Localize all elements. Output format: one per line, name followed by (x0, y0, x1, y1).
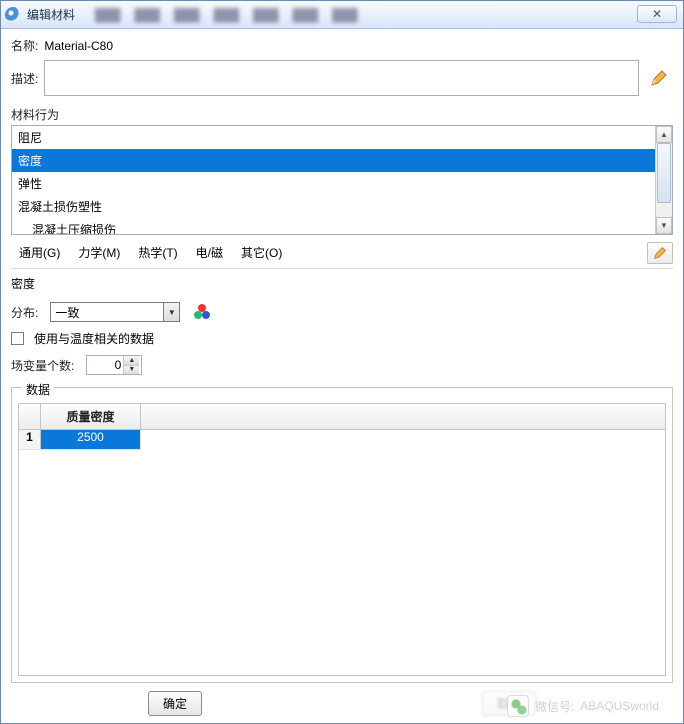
spin-down-button[interactable]: ▼ (124, 366, 139, 375)
edit-description-button[interactable] (645, 64, 673, 92)
fieldvars-row: 场变量个数: ▲ ▼ (11, 355, 673, 375)
behavior-item[interactable]: 阻尼 (12, 126, 655, 149)
grid-col-mass-density[interactable]: 质量密度 (41, 404, 141, 429)
menu-mechanical[interactable]: 力学(M) (70, 241, 128, 264)
density-grid[interactable]: 质量密度 12500 (18, 403, 666, 676)
description-label: 描述: (11, 70, 38, 87)
grid-corner (19, 404, 41, 429)
grid-body: 12500 (19, 430, 665, 675)
fieldvars-spinner[interactable]: ▲ ▼ (86, 355, 142, 375)
name-label: 名称: (11, 37, 38, 54)
cell-mass-density[interactable]: 2500 (41, 430, 141, 450)
behavior-menubar: 通用(G) 力学(M) 热学(T) 电/磁 其它(O) (11, 241, 673, 264)
menu-emag[interactable]: 电/磁 (188, 241, 231, 264)
data-legend: 数据 (22, 381, 54, 398)
distribution-combo[interactable]: 一致 ▼ (50, 302, 180, 322)
behavior-section-label: 材料行为 (11, 106, 673, 123)
watermark: 微信号: ABAQUSworld (507, 695, 659, 717)
use-temperature-checkbox[interactable] (11, 332, 24, 345)
scroll-track[interactable] (656, 143, 672, 217)
edit-material-dialog: 编辑材料 █████████████████████ ✕ 名称: Materia… (0, 0, 684, 724)
app-icon (5, 7, 21, 23)
grid-header: 质量密度 (19, 404, 665, 430)
window-title: 编辑材料 (27, 6, 75, 23)
description-row: 描述: (11, 60, 673, 96)
menu-general[interactable]: 通用(G) (11, 241, 68, 264)
behavior-listbox[interactable]: 阻尼密度弹性混凝土损伤塑性混凝土压缩损伤 ▲ ▼ (11, 125, 673, 235)
titlebar: 编辑材料 █████████████████████ ✕ (1, 1, 683, 29)
spin-up-button[interactable]: ▲ (124, 356, 139, 366)
pencil-icon (650, 69, 668, 87)
behavior-item[interactable]: 弹性 (12, 172, 655, 195)
distribution-value: 一致 (51, 304, 163, 321)
description-input[interactable] (44, 60, 639, 96)
fieldvars-label: 场变量个数: (11, 357, 74, 374)
density-title: 密度 (11, 275, 673, 292)
name-value: Material-C80 (44, 39, 113, 53)
scroll-up-button[interactable]: ▲ (656, 126, 672, 143)
watermark-value: ABAQUSworld (580, 699, 659, 713)
behavior-item[interactable]: 混凝土压缩损伤 (12, 218, 655, 234)
eraser-icon (653, 246, 667, 260)
menu-other[interactable]: 其它(O) (233, 241, 290, 264)
data-fieldset: 数据 质量密度 12500 (11, 387, 673, 683)
delete-behavior-button[interactable] (647, 242, 673, 264)
behavior-items: 阻尼密度弹性混凝土损伤塑性混凝土压缩损伤 (12, 126, 655, 234)
temperature-row: 使用与温度相关的数据 (11, 330, 673, 347)
distribution-label: 分布: (11, 304, 38, 321)
use-temperature-label: 使用与温度相关的数据 (34, 330, 154, 347)
name-row: 名称: Material-C80 (11, 37, 673, 54)
scroll-thumb[interactable] (657, 143, 671, 203)
table-row[interactable]: 12500 (19, 430, 665, 450)
content-area: 名称: Material-C80 描述: 材料行为 阻尼密度弹性混凝土损伤塑性混… (1, 29, 683, 723)
close-icon: ✕ (652, 7, 662, 21)
scroll-down-button[interactable]: ▼ (656, 217, 672, 234)
row-index[interactable]: 1 (19, 430, 41, 450)
fieldvars-input[interactable] (87, 358, 123, 372)
watermark-label: 微信号: (535, 698, 574, 715)
distribution-row: 分布: 一致 ▼ (11, 302, 673, 322)
ok-button[interactable]: 确定 (148, 691, 202, 716)
footer: 确定 取消 微信号: ABAQUSworld (11, 683, 673, 723)
wechat-icon (507, 695, 529, 717)
background-blur: █████████████████████ (95, 8, 358, 22)
field-mapping-button[interactable] (194, 304, 210, 320)
density-panel: 密度 分布: 一致 ▼ 使用与温度相关的数据 场变量个数: (11, 268, 673, 683)
close-button[interactable]: ✕ (637, 5, 677, 23)
behavior-item[interactable]: 密度 (12, 149, 655, 172)
behavior-item[interactable]: 混凝土损伤塑性 (12, 195, 655, 218)
behavior-scrollbar[interactable]: ▲ ▼ (655, 126, 672, 234)
chevron-down-icon[interactable]: ▼ (163, 303, 179, 321)
menu-thermal[interactable]: 热学(T) (130, 241, 185, 264)
